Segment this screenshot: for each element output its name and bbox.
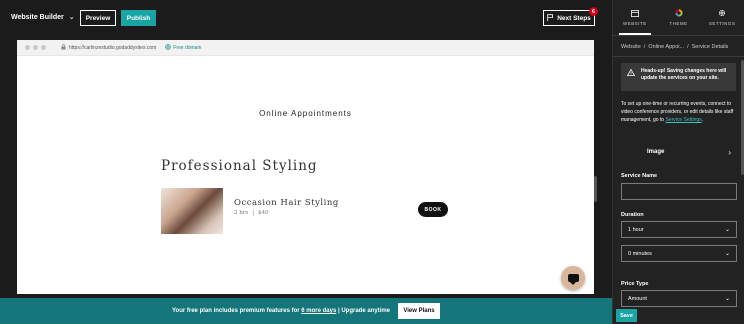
app-menu-button[interactable]: Website Builder ⌄: [11, 13, 75, 22]
service-settings-link[interactable]: Service Settings: [665, 117, 701, 123]
globe-icon: [165, 43, 171, 52]
banner-days-link[interactable]: 6 more days: [301, 308, 336, 314]
banner-text-before: Your free plan includes premium features…: [172, 308, 300, 314]
breadcrumb-separator: /: [687, 44, 689, 50]
tab-website[interactable]: WEBSITE: [613, 0, 657, 35]
duration-minutes-select[interactable]: 0 minutes ⌄: [621, 245, 737, 262]
breadcrumb-website[interactable]: Website: [621, 44, 641, 50]
gear-icon: [718, 9, 726, 17]
price-type-select[interactable]: Amount ⌄: [621, 290, 737, 307]
banner-text-after: | Upgrade anytime: [337, 308, 390, 314]
heads-up-alert: Heads-up! Saving changes here will updat…: [621, 63, 736, 91]
price-type-value: Amount: [628, 295, 647, 302]
layout-icon: [630, 9, 639, 17]
breadcrumb-service-details: Service Details: [691, 44, 729, 50]
service-name: Occasion Hair Styling: [234, 198, 339, 208]
next-steps-badge: 6: [589, 7, 598, 16]
window-dot-icon: [33, 45, 38, 50]
service-info-text: To set up one-time or recurring events, …: [621, 100, 737, 124]
canvas-scrollbar[interactable]: [594, 176, 597, 202]
image-row[interactable]: Image ›: [621, 144, 737, 160]
panel-tabs: WEBSITE THEME SETTINGS: [613, 0, 744, 36]
alert-text: Heads-up! Saving changes here will updat…: [641, 68, 727, 81]
lock-icon: [61, 43, 66, 52]
duration-minutes-value: 0 minutes: [628, 250, 652, 257]
chevron-down-icon: ⌄: [724, 296, 730, 302]
panel-divider: [613, 56, 744, 57]
chat-button[interactable]: [561, 266, 585, 290]
book-button[interactable]: BOOK: [418, 202, 448, 217]
publish-button[interactable]: Publish: [121, 10, 156, 26]
tab-theme-label: THEME: [669, 21, 688, 26]
top-toolbar: Website Builder ⌄ Preview Publish Next S…: [0, 0, 612, 36]
warning-icon: [626, 68, 636, 79]
right-settings-panel: WEBSITE THEME SETTINGS Website / Online Ap…: [612, 0, 744, 324]
app-name: Website Builder: [11, 13, 64, 21]
next-steps-label: Next Steps: [557, 14, 591, 22]
service-name-label: Service Name: [621, 173, 658, 179]
duration-label: Duration: [621, 212, 644, 218]
service-duration: 2 hrs: [234, 210, 249, 216]
info-suffix: .: [701, 117, 704, 123]
breadcrumb-online-appointments[interactable]: Online Appoi...: [648, 44, 684, 50]
chat-icon: [567, 274, 579, 285]
theme-palette-icon: [674, 9, 683, 17]
save-button[interactable]: Save: [616, 309, 637, 322]
service-image: [161, 188, 223, 234]
breadcrumb: Website / Online Appoi... / Service Details: [621, 44, 728, 50]
site-url: https://carlinzestudio.godaddysites.com: [61, 43, 157, 52]
next-steps-button[interactable]: Next Steps 6: [543, 7, 598, 26]
image-row-label: Image: [647, 149, 665, 155]
site-url-text: https://carlinzestudio.godaddysites.com: [69, 44, 157, 51]
service-section-title: Professional Styling: [161, 158, 318, 174]
breadcrumb-separator: /: [643, 44, 646, 50]
browser-url-bar: https://carlinzestudio.godaddysites.com …: [17, 40, 594, 56]
tab-theme[interactable]: THEME: [657, 0, 701, 35]
free-plan-banner: Your free plan includes premium features…: [0, 298, 612, 324]
chevron-down-icon: ⌄: [68, 14, 75, 21]
editor-canvas: https://carlinzestudio.godaddysites.com …: [0, 36, 612, 298]
tab-settings-label: SETTINGS: [708, 21, 736, 26]
duration-hours-select[interactable]: 1 hour ⌄: [621, 221, 737, 238]
service-meta: 2 hrs | $40: [234, 210, 269, 216]
free-domain-link[interactable]: Free domain: [165, 43, 202, 52]
service-price: $40: [258, 210, 269, 216]
banner-text: Your free plan includes premium features…: [172, 308, 390, 314]
meta-separator: |: [252, 210, 255, 216]
page-heading: Online Appointments: [259, 109, 352, 118]
chevron-down-icon: ⌄: [724, 227, 730, 233]
window-dot-icon: [41, 45, 46, 50]
price-type-label: Price Type: [621, 281, 649, 287]
free-domain-label: Free domain: [173, 44, 202, 51]
flag-icon: [547, 13, 554, 23]
preview-button[interactable]: Preview: [80, 10, 116, 26]
duration-hours-value: 1 hour: [628, 226, 644, 233]
tab-website-label: WEBSITE: [622, 20, 647, 26]
service-name-field[interactable]: [621, 183, 737, 200]
view-plans-button[interactable]: View Plans: [398, 303, 440, 319]
chevron-right-icon: ›: [728, 147, 731, 157]
tab-settings[interactable]: SETTINGS: [700, 0, 744, 35]
chevron-down-icon: ⌄: [724, 251, 730, 257]
site-preview-frame[interactable]: https://carlinzestudio.godaddysites.com …: [17, 40, 594, 294]
window-dot-icon: [25, 45, 30, 50]
